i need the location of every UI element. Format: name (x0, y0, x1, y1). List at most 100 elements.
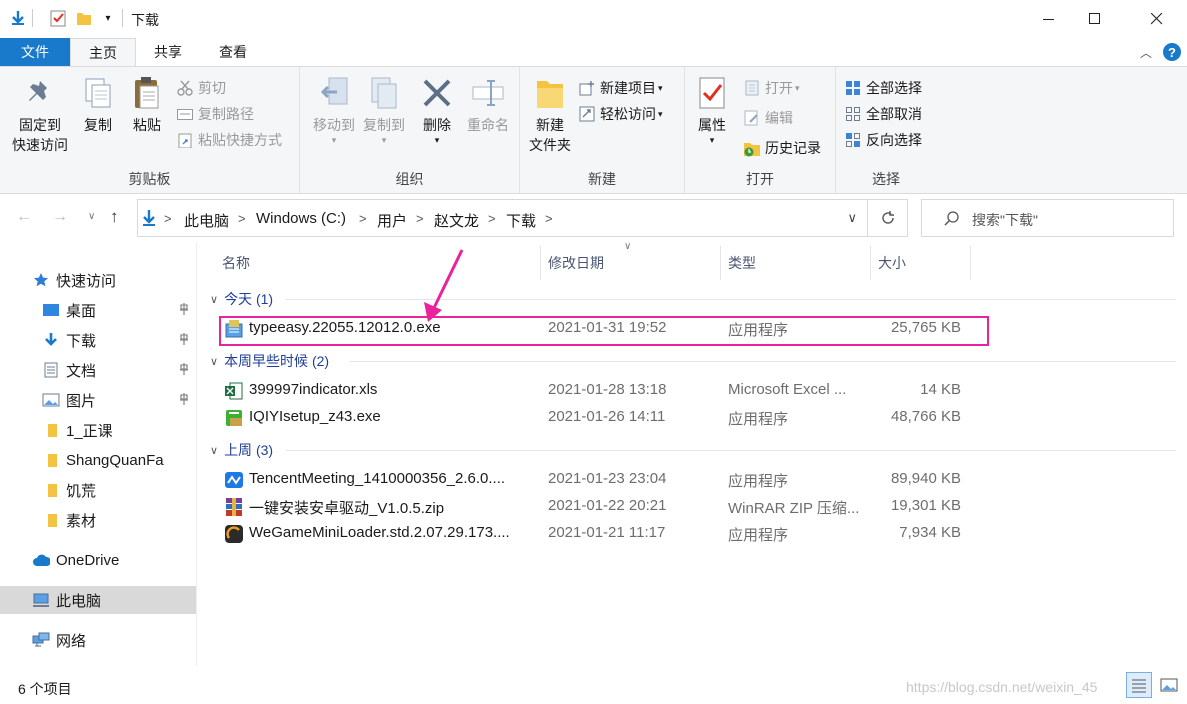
collapse-ribbon-icon[interactable]: ︿ (1140, 44, 1152, 61)
help-icon[interactable]: ? (1163, 43, 1181, 61)
maximize-button[interactable] (1072, 0, 1118, 38)
nav-quick-access[interactable]: 快速访问 (0, 266, 196, 294)
recent-locations-icon[interactable]: ∨ (88, 211, 95, 222)
nav-item-pictures[interactable]: 图片 (0, 386, 196, 414)
refresh-icon (881, 211, 894, 224)
new-folder-button[interactable]: 新建 文件夹 (524, 73, 576, 155)
close-button[interactable] (1134, 0, 1180, 38)
copy-to-button[interactable]: 复制到 ▾ (355, 73, 413, 145)
up-arrow-icon[interactable]: ↑ (110, 207, 119, 227)
nav-network[interactable]: 网络 (0, 626, 196, 654)
nav-this-pc[interactable]: 此电脑 (0, 586, 196, 614)
copy-path-icon (176, 105, 194, 123)
delete-button[interactable]: 删除 ▾ (416, 73, 458, 145)
large-icons-view-button[interactable] (1156, 672, 1182, 698)
open-button[interactable]: 打开 ▾ (743, 76, 800, 100)
folder-icon (42, 511, 60, 529)
column-divider[interactable] (720, 246, 721, 280)
nav-onedrive[interactable]: OneDrive (0, 546, 196, 574)
computer-icon (32, 591, 50, 609)
nav-item-folder[interactable]: 素材 (0, 506, 196, 534)
new-item-button[interactable]: 新建项目 ▾ (578, 76, 663, 100)
nav-item-label: ShangQuanFa (66, 451, 164, 469)
breadcrumb-separator: > (488, 211, 496, 226)
breadcrumb-downloads[interactable]: 下载 (506, 210, 536, 231)
nav-item-desktop[interactable]: 桌面 (0, 296, 196, 324)
customize-dropdown-icon[interactable]: ▾ (98, 8, 118, 28)
file-date: 2021-01-28 13:18 (548, 381, 667, 398)
column-date[interactable]: 修改日期 (548, 253, 604, 273)
file-size: 48,766 KB (890, 408, 961, 425)
nav-item-folder[interactable]: ShangQuanFa (0, 446, 196, 474)
edit-button[interactable]: 编辑 (743, 106, 793, 130)
breadcrumb-separator: > (545, 211, 553, 226)
breadcrumb-users[interactable]: 用户 (377, 210, 407, 231)
search-box[interactable]: 搜索"下载" (921, 199, 1174, 237)
pin-icon[interactable] (178, 302, 190, 320)
select-group-label: 选择 (872, 171, 900, 187)
invert-selection-button[interactable]: 反向选择 (844, 128, 922, 152)
breadcrumb-drive-c[interactable]: Windows (C:) (256, 210, 346, 227)
back-arrow-icon[interactable]: ← (16, 208, 32, 226)
open-group: 属性 ▾ 打开 ▾ 编辑 历史记录 打开 (685, 67, 836, 194)
pin-icon[interactable] (178, 362, 190, 380)
star-icon (32, 271, 50, 289)
easy-access-label: 轻松访问 (600, 106, 656, 122)
paste-shortcut-label: 粘贴快捷方式 (198, 132, 282, 148)
separator (122, 9, 123, 27)
group-header-today[interactable]: ∨ 今天 (1) (210, 288, 1176, 310)
rename-button[interactable]: 重命名 (462, 73, 514, 135)
group-header-last-week[interactable]: ∨ 上周 (3) (210, 439, 1176, 461)
file-row[interactable]: 399997indicator.xls 2021-01-28 13:18 Mic… (218, 378, 978, 404)
copy-to-icon (365, 73, 403, 113)
file-row[interactable]: WeGameMiniLoader.std.2.07.29.173.... 202… (218, 521, 978, 547)
address-bar[interactable]: > 此电脑 > Windows (C:) > 用户 > 赵文龙 > 下载 > ∨ (137, 199, 868, 237)
group-header-earlier-this-week[interactable]: ∨ 本周早些时候 (2) (210, 350, 1176, 372)
column-divider[interactable] (970, 246, 971, 280)
properties-button[interactable]: 属性 ▾ (691, 73, 733, 145)
properties-icon[interactable] (48, 8, 68, 28)
new-folder-icon[interactable] (74, 8, 94, 28)
select-none-icon (844, 105, 862, 123)
search-icon (944, 210, 960, 229)
nav-item-folder[interactable]: 饥荒 (0, 476, 196, 504)
pin-to-quick-access-button[interactable]: 固定到 快速访问 (8, 73, 72, 155)
column-size[interactable]: 大小 (878, 253, 906, 273)
refresh-button[interactable] (868, 199, 908, 237)
copy-button[interactable]: 复制 (76, 73, 120, 135)
paste-shortcut-button[interactable]: 粘贴快捷方式 (176, 128, 282, 152)
select-all-button[interactable]: 全部选择 (844, 76, 922, 100)
forward-arrow-icon[interactable]: → (52, 208, 68, 226)
file-row[interactable]: 一键安装安卓驱动_V1.0.5.zip 2021-01-22 20:21 Win… (218, 494, 978, 520)
nav-item-downloads[interactable]: 下载 (0, 326, 196, 354)
picture-icon (42, 391, 60, 409)
column-divider[interactable] (540, 246, 541, 280)
tab-file[interactable]: 文件 (0, 38, 70, 66)
address-dropdown-icon[interactable]: ∨ (847, 210, 857, 226)
file-row[interactable]: TencentMeeting_1410000356_2.6.0.... 2021… (218, 467, 978, 493)
breadcrumb-this-pc[interactable]: 此电脑 (184, 210, 229, 231)
tab-share[interactable]: 共享 (136, 38, 200, 66)
easy-access-button[interactable]: 轻松访问 ▾ (578, 102, 663, 126)
nav-item-documents[interactable]: 文档 (0, 356, 196, 384)
rename-label: 重命名 (467, 117, 509, 133)
file-row[interactable]: IQIYIsetup_z43.exe 2021-01-26 14:11 应用程序… (218, 405, 978, 431)
minimize-button[interactable] (1026, 0, 1072, 38)
file-date: 2021-01-26 14:11 (548, 408, 666, 425)
history-button[interactable]: 历史记录 (743, 136, 821, 160)
select-none-button[interactable]: 全部取消 (844, 102, 922, 126)
cut-button[interactable]: 剪切 (176, 76, 226, 100)
pin-icon[interactable] (178, 332, 190, 350)
column-type[interactable]: 类型 (728, 253, 756, 273)
paste-button[interactable]: 粘贴 (124, 73, 170, 135)
pin-icon[interactable] (178, 392, 190, 410)
breadcrumb-user-folder[interactable]: 赵文龙 (434, 210, 479, 231)
copy-path-button[interactable]: 复制路径 (176, 102, 254, 126)
tab-view[interactable]: 查看 (200, 38, 266, 66)
tab-home[interactable]: 主页 (70, 38, 136, 67)
column-name[interactable]: 名称 (222, 253, 250, 273)
properties-dropdown-icon: ▾ (709, 135, 715, 145)
details-view-button[interactable] (1126, 672, 1152, 698)
column-divider[interactable] (870, 246, 871, 280)
nav-item-folder[interactable]: 1_正课 (0, 416, 196, 444)
